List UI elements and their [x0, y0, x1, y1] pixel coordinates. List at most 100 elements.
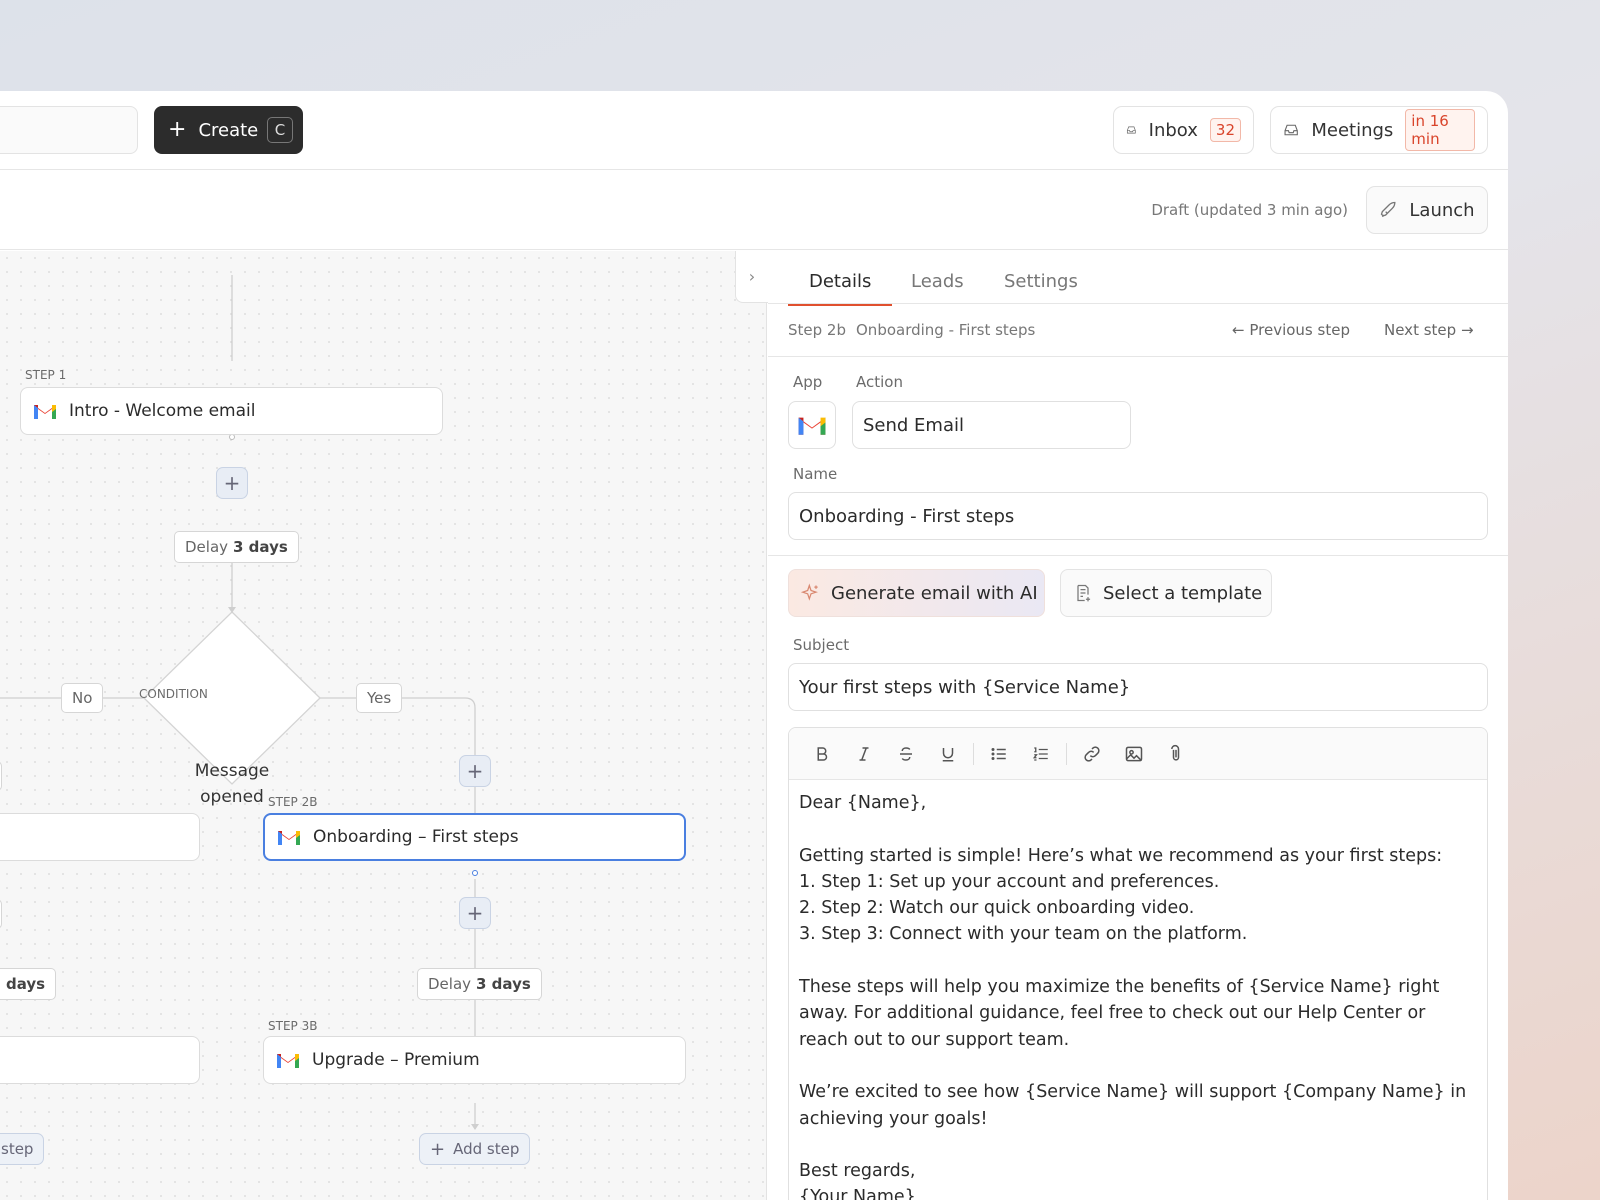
inbox-label: Inbox: [1148, 119, 1198, 141]
meetings-button[interactable]: Meetings in 16 min: [1270, 106, 1488, 154]
body-line: 2. Step 2: Watch our quick onboarding vi…: [799, 898, 1195, 919]
left-delay-partial[interactable]: days: [0, 968, 57, 1000]
action-label: Action: [856, 373, 903, 391]
left-branch-partial: [0, 761, 2, 791]
image-icon: [1125, 746, 1143, 761]
underline-button[interactable]: [927, 736, 969, 772]
add-step-button[interactable]: + Add step: [419, 1133, 531, 1165]
subject-label: Subject: [793, 636, 850, 654]
rocket-icon: [1381, 201, 1396, 218]
image-button[interactable]: [1113, 736, 1155, 772]
create-shortcut: C: [267, 117, 293, 143]
editor-toolbar: [789, 728, 1487, 780]
body-line: [799, 948, 1477, 974]
strikethrough-button[interactable]: [885, 736, 927, 772]
body-line: Dear {Name},: [799, 793, 927, 813]
app-label: App: [793, 373, 823, 391]
workflow-canvas[interactable]: STEP 1 Intro - Welcome email + Delay 3 da…: [0, 251, 767, 1200]
body-line: {Your Name}: [799, 1187, 916, 1200]
arrow-left-icon: ←: [1232, 321, 1245, 339]
delay-badge[interactable]: Delay 3 days: [417, 968, 542, 1000]
left-branch-partial: [0, 899, 2, 929]
add-step-button[interactable]: +: [459, 755, 491, 787]
inbox-icon: [1126, 126, 1136, 134]
body-line: We’re excited to see how {Service Name} …: [799, 1082, 1467, 1129]
plus-icon: +: [466, 901, 484, 925]
condition-text-line1: Message: [194, 761, 270, 781]
step3b-title: Upgrade – Premium: [312, 1050, 480, 1070]
breadcrumb: Step 2b Onboarding - First steps ← Previ…: [768, 304, 1508, 357]
step1-node[interactable]: Intro - Welcome email: [20, 387, 443, 435]
bullet-list-button[interactable]: [978, 736, 1020, 772]
email-body[interactable]: Dear {Name}, Getting started is simple! …: [789, 780, 1487, 1200]
left-branch-node[interactable]: [0, 1036, 200, 1084]
delay-value: days: [6, 975, 46, 993]
italic-icon: [859, 746, 869, 761]
chevron-right-icon: ›: [748, 267, 756, 286]
email-editor[interactable]: Dear {Name}, Getting started is simple! …: [788, 727, 1488, 1200]
meetings-badge: in 16 min: [1405, 109, 1475, 151]
gmail-icon: [277, 1054, 299, 1068]
bullet-list-icon: [991, 747, 1006, 760]
collapse-panel-button[interactable]: ›: [735, 251, 768, 303]
left-add-step-partial[interactable]: step: [0, 1133, 45, 1165]
create-label: Create: [198, 119, 259, 141]
previous-step-button[interactable]: ← Previous step: [1232, 321, 1350, 339]
body-line: These steps will help you maximize the b…: [799, 977, 1440, 1050]
numbered-list-button[interactable]: [1020, 736, 1062, 772]
breadcrumb-name: Onboarding - First steps: [856, 321, 1036, 339]
bold-icon: [817, 746, 828, 761]
create-button[interactable]: + Create C: [154, 106, 303, 154]
left-branch-node[interactable]: [0, 813, 200, 861]
step2b-label: STEP 2B: [268, 795, 318, 809]
inbox-icon: [1284, 124, 1298, 136]
step2b-title: Onboarding – First steps: [313, 827, 519, 847]
delay-prefix: Delay: [428, 975, 472, 993]
step2b-node[interactable]: Onboarding – First steps: [263, 813, 686, 861]
step3b-node[interactable]: Upgrade – Premium: [263, 1036, 686, 1084]
name-label: Name: [793, 465, 838, 483]
launch-button[interactable]: Launch: [1366, 186, 1488, 234]
body-line: Getting started is simple! Here’s what w…: [799, 845, 1443, 866]
body-line: [799, 816, 1477, 842]
panel-tabs: Details Leads Settings: [768, 251, 1508, 306]
draft-status: Draft (updated 3 min ago): [1151, 201, 1348, 219]
attachment-button[interactable]: [1155, 736, 1197, 772]
no-branch-label: No: [61, 683, 104, 713]
next-step-button[interactable]: Next step →: [1384, 321, 1474, 339]
step1-title: Intro - Welcome email: [69, 401, 256, 421]
delay-value: 3 days: [476, 975, 531, 993]
bold-button[interactable]: [801, 736, 843, 772]
link-button[interactable]: [1071, 736, 1113, 772]
sparkle-icon: [801, 583, 818, 601]
tab-settings[interactable]: Settings: [1004, 271, 1078, 292]
italic-button[interactable]: [843, 736, 885, 772]
search-input[interactable]: [0, 106, 138, 154]
launch-label: Launch: [1409, 199, 1475, 221]
body-line: 3. Step 3: Connect with your team on the…: [799, 924, 1248, 945]
add-step-button[interactable]: +: [216, 467, 248, 499]
meetings-label: Meetings: [1311, 119, 1394, 141]
body-line: 1. Step 1: Set up your account and prefe…: [799, 871, 1220, 892]
delay-prefix: Delay: [185, 538, 229, 556]
select-template-button[interactable]: Select a template: [1060, 569, 1272, 617]
delay-badge[interactable]: Delay 3 days: [174, 531, 299, 563]
action-select[interactable]: Send Email: [852, 401, 1131, 449]
gmail-icon: [798, 417, 826, 435]
inbox-button[interactable]: Inbox 32: [1113, 106, 1254, 154]
divider: [768, 555, 1508, 556]
generate-ai-button[interactable]: Generate email with AI: [788, 569, 1045, 617]
plus-icon: +: [168, 117, 187, 142]
app-selector[interactable]: [788, 401, 836, 449]
arrow-right-icon: →: [1460, 321, 1474, 339]
yes-branch-label: Yes: [356, 683, 403, 713]
condition-label: CONDITION: [139, 687, 208, 701]
generate-ai-label: Generate email with AI: [831, 582, 1038, 604]
add-step-button[interactable]: +: [459, 897, 491, 929]
previous-step-label: Previous step: [1249, 321, 1350, 339]
tab-leads[interactable]: Leads: [911, 271, 964, 292]
name-input[interactable]: Onboarding - First steps: [788, 492, 1488, 540]
tab-details[interactable]: Details: [787, 271, 893, 306]
subject-input[interactable]: Your first steps with {Service Name}: [788, 663, 1488, 711]
add-step-label: Add step: [453, 1140, 520, 1158]
